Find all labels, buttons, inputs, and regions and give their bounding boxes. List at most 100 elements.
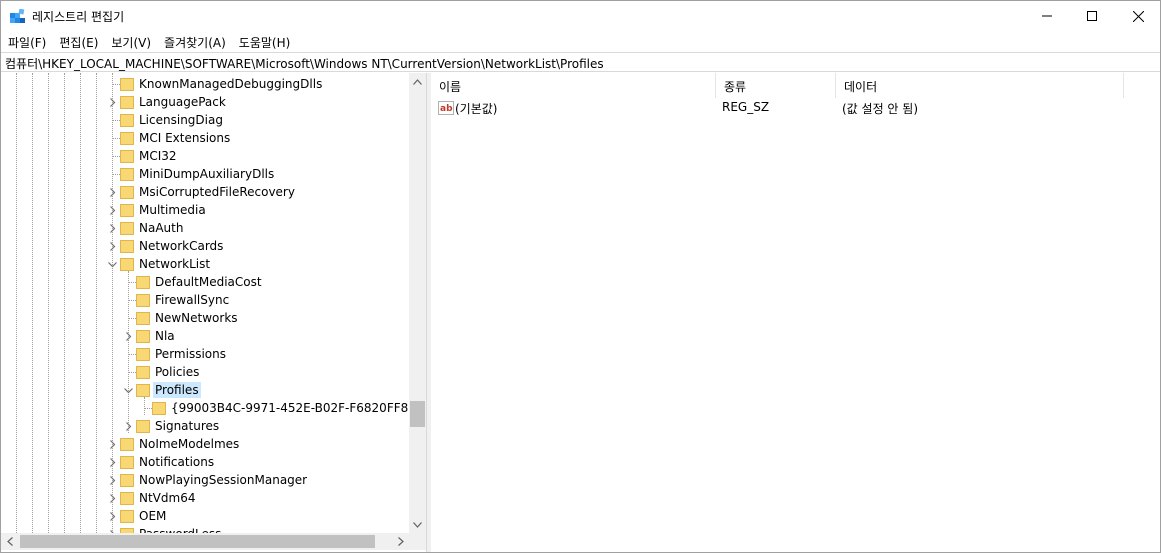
- value-row[interactable]: ab (기본값) REG_SZ (값 설정 안 됨): [431, 99, 1160, 117]
- tree-node[interactable]: Permissions: [1, 345, 409, 363]
- chevron-right-icon: [109, 97, 115, 107]
- expand-toggle[interactable]: [105, 220, 119, 236]
- scroll-down-button[interactable]: [409, 516, 426, 533]
- expand-toggle[interactable]: [105, 238, 119, 254]
- tree-node-label: NetworkList: [139, 257, 211, 271]
- expand-toggle[interactable]: [105, 184, 119, 200]
- value-name: (기본값): [455, 102, 498, 116]
- scroll-right-button[interactable]: [392, 533, 409, 550]
- expand-toggle[interactable]: [105, 508, 119, 524]
- tree-node[interactable]: Signatures: [1, 417, 409, 435]
- collapse-toggle[interactable]: [121, 382, 135, 398]
- maximize-icon: [1087, 11, 1097, 21]
- tree-node-label: Policies: [155, 365, 200, 379]
- column-header-type[interactable]: 종류: [716, 73, 836, 98]
- expand-toggle[interactable]: [105, 472, 119, 488]
- folder-icon: [120, 438, 134, 451]
- chevron-right-icon: [109, 439, 115, 449]
- tree-vertical-scrollbar[interactable]: [409, 73, 426, 533]
- tree-node-label: MiniDumpAuxiliaryDlls: [139, 167, 275, 181]
- tree-node[interactable]: OEM: [1, 507, 409, 525]
- tree-node[interactable]: Policies: [1, 363, 409, 381]
- chevron-right-icon: [109, 475, 115, 485]
- tree-node[interactable]: NoImeModelmes: [1, 435, 409, 453]
- svg-text:ab: ab: [440, 104, 453, 114]
- scroll-thumb-horizontal[interactable]: [20, 535, 375, 548]
- folder-icon: [136, 384, 150, 397]
- list-header: 이름 종류 데이터: [431, 73, 1160, 98]
- chevron-right-icon: [109, 493, 115, 503]
- menu-view[interactable]: 보기(V): [104, 31, 157, 52]
- collapse-toggle[interactable]: [105, 256, 119, 272]
- tree-node[interactable]: FirewallSync: [1, 291, 409, 309]
- tree-node[interactable]: Notifications: [1, 453, 409, 471]
- tree-node[interactable]: MsiCorruptedFileRecovery: [1, 183, 409, 201]
- folder-icon: [136, 348, 150, 361]
- folder-icon: [136, 294, 150, 307]
- scroll-up-button[interactable]: [409, 73, 426, 90]
- tree-node[interactable]: NtVdm64: [1, 489, 409, 507]
- tree-node[interactable]: MCI32: [1, 147, 409, 165]
- tree-node[interactable]: Nla: [1, 327, 409, 345]
- registry-editor-window: 레지스트리 편집기 파일(F) 편집(E) 보기(V) 즐겨찾기(A) 도움말(…: [0, 0, 1161, 553]
- value-list-pane: 이름 종류 데이터 ab (기본값) REG_SZ (값 설정 안 됨): [431, 73, 1160, 552]
- minimize-icon: [1042, 15, 1052, 17]
- menu-help[interactable]: 도움말(H): [232, 31, 297, 52]
- tree-horizontal-scrollbar[interactable]: [1, 533, 409, 550]
- tree-node[interactable]: NaAuth: [1, 219, 409, 237]
- expand-toggle[interactable]: [121, 328, 135, 344]
- expand-toggle[interactable]: [121, 418, 135, 434]
- chevron-down-icon: [123, 387, 133, 393]
- expand-toggle[interactable]: [105, 202, 119, 218]
- expand-toggle[interactable]: [105, 94, 119, 110]
- chevron-right-icon: [109, 511, 115, 521]
- column-header-name[interactable]: 이름: [431, 73, 716, 98]
- folder-icon: [120, 150, 134, 163]
- tree-node[interactable]: PasswordLess: [1, 525, 409, 533]
- tree-node-label: MCI32: [139, 149, 177, 163]
- tree-node[interactable]: NowPlayingSessionManager: [1, 471, 409, 489]
- tree-node[interactable]: KnownManagedDebuggingDlls: [1, 75, 409, 93]
- expand-toggle[interactable]: [105, 436, 119, 452]
- tree-node[interactable]: MiniDumpAuxiliaryDlls: [1, 165, 409, 183]
- folder-icon: [136, 276, 150, 289]
- chevron-right-icon: [109, 223, 115, 233]
- expand-toggle[interactable]: [105, 490, 119, 506]
- tree-node[interactable]: LicensingDiag: [1, 111, 409, 129]
- column-header-data[interactable]: 데이터: [836, 73, 1124, 98]
- folder-icon: [120, 492, 134, 505]
- tree-node[interactable]: LanguagePack: [1, 93, 409, 111]
- tree-node[interactable]: {99003B4C-9971-452E-B02F-F6820FF8DD: [1, 399, 409, 417]
- folder-icon: [152, 402, 166, 415]
- address-bar[interactable]: 컴퓨터\HKEY_LOCAL_MACHINE\SOFTWARE\Microsof…: [1, 52, 1160, 72]
- menu-edit[interactable]: 편집(E): [52, 31, 104, 52]
- tree-node-label: Notifications: [139, 455, 215, 469]
- tree-node-label: Multimedia: [139, 203, 206, 217]
- expand-toggle[interactable]: [105, 454, 119, 470]
- tree-connector: [144, 408, 152, 409]
- tree-node[interactable]: NetworkCards: [1, 237, 409, 255]
- folder-icon: [120, 204, 134, 217]
- tree-node[interactable]: NewNetworks: [1, 309, 409, 327]
- close-button[interactable]: [1115, 1, 1161, 31]
- folder-icon: [120, 132, 134, 145]
- maximize-button[interactable]: [1069, 1, 1115, 31]
- title-bar[interactable]: 레지스트리 편집기: [1, 1, 1160, 31]
- minimize-button[interactable]: [1024, 1, 1070, 31]
- menu-file[interactable]: 파일(F): [1, 31, 52, 52]
- scroll-left-button[interactable]: [1, 533, 18, 550]
- scroll-thumb-vertical[interactable]: [410, 401, 425, 427]
- tree-node-label: NoImeModelmes: [139, 437, 240, 451]
- menu-favorites[interactable]: 즐겨찾기(A): [157, 31, 232, 52]
- tree-node-label: Permissions: [155, 347, 226, 361]
- tree-connector: [128, 318, 136, 319]
- tree-node-label: MCI Extensions: [139, 131, 231, 145]
- value-data: (값 설정 안 됨): [842, 102, 919, 116]
- tree-node[interactable]: NetworkList: [1, 255, 409, 273]
- tree-node[interactable]: Multimedia: [1, 201, 409, 219]
- tree-node[interactable]: DefaultMediaCost: [1, 273, 409, 291]
- tree-node[interactable]: MCI Extensions: [1, 129, 409, 147]
- tree-node-label: NaAuth: [139, 221, 184, 235]
- expand-toggle[interactable]: [105, 526, 119, 533]
- tree-node[interactable]: Profiles: [1, 381, 409, 399]
